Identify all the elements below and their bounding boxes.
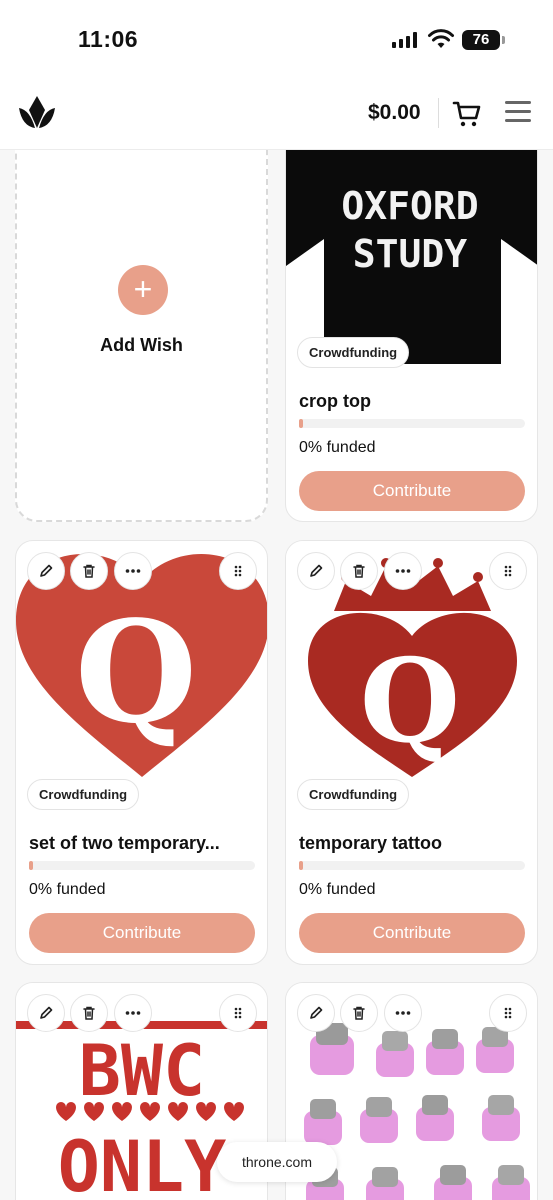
wish-title: set of two temporary... xyxy=(29,833,220,853)
pencil-icon xyxy=(40,564,53,577)
drag-handle[interactable] xyxy=(219,994,257,1032)
crowdfunding-badge: Crowdfunding xyxy=(27,779,140,810)
funding-progress-bar xyxy=(299,861,525,870)
delete-button[interactable] xyxy=(340,994,378,1032)
trash-icon xyxy=(353,564,365,578)
drag-handle[interactable] xyxy=(219,552,257,590)
ellipsis-icon xyxy=(125,1011,141,1015)
add-wish-label: Add Wish xyxy=(100,335,183,355)
drag-handle[interactable] xyxy=(489,552,527,590)
crowdfunding-badge: Crowdfunding xyxy=(297,337,410,368)
pencil-icon xyxy=(40,1006,53,1019)
bwc-text: BWC xyxy=(79,1030,205,1112)
wish-title: crop top xyxy=(299,391,371,411)
trash-icon xyxy=(353,1006,365,1020)
product-image-crop-top[interactable]: OXFORD STUDY xyxy=(286,150,537,364)
pencil-icon xyxy=(310,564,323,577)
trash-icon xyxy=(83,1006,95,1020)
wish-card-set-of-two[interactable]: Q Crowdfunding set of two temporary... 0… xyxy=(15,540,268,965)
app-header: $0.00 xyxy=(0,78,553,150)
edit-button[interactable] xyxy=(297,994,335,1032)
crowdfunding-badge: Crowdfunding xyxy=(297,779,410,810)
delete-button[interactable] xyxy=(70,552,108,590)
status-bar: 11:06 76 xyxy=(0,0,553,78)
more-options-button[interactable] xyxy=(384,552,422,590)
funding-progress-bar xyxy=(299,419,525,428)
edit-button[interactable] xyxy=(27,552,65,590)
funding-progress-bar xyxy=(29,861,255,870)
more-options-button[interactable] xyxy=(114,994,152,1032)
ellipsis-icon xyxy=(395,1011,411,1015)
edit-button[interactable] xyxy=(297,552,335,590)
trash-icon xyxy=(83,564,95,578)
more-options-button[interactable] xyxy=(114,552,152,590)
grip-icon xyxy=(234,565,242,577)
cart-balance[interactable]: $0.00 xyxy=(368,101,421,125)
contribute-button[interactable]: Contribute xyxy=(29,913,255,953)
crown-logo-icon[interactable] xyxy=(16,94,58,130)
cart-icon[interactable] xyxy=(452,100,482,128)
hamburger-menu-icon[interactable] xyxy=(505,101,531,125)
wish-card-temporary-tattoo[interactable]: Q Crowdfunding temporary tattoo 0% funde… xyxy=(285,540,538,965)
battery-icon: 76 xyxy=(462,30,505,50)
grip-icon xyxy=(504,565,512,577)
contribute-button[interactable]: Contribute xyxy=(299,913,525,953)
funded-text: 0% funded xyxy=(299,439,376,456)
shirt-text-line-2: STUDY xyxy=(353,232,468,276)
tshirt-image: OXFORD STUDY xyxy=(286,150,537,364)
pencil-icon xyxy=(310,1006,323,1019)
wifi-icon xyxy=(428,29,454,48)
wish-title: temporary tattoo xyxy=(299,833,443,853)
plus-icon[interactable]: + xyxy=(118,265,168,315)
funded-text: 0% funded xyxy=(299,881,376,898)
add-wish-card[interactable]: + Add Wish xyxy=(15,150,268,522)
domain-url-label: throne.com xyxy=(217,1142,337,1182)
cellular-signal-icon xyxy=(392,32,417,48)
more-options-button[interactable] xyxy=(384,994,422,1032)
only-text: ONLY xyxy=(58,1126,227,1200)
contribute-button[interactable]: Contribute xyxy=(299,471,525,511)
grip-icon xyxy=(234,1007,242,1019)
grip-icon xyxy=(504,1007,512,1019)
delete-button[interactable] xyxy=(70,994,108,1032)
header-divider xyxy=(438,98,439,128)
ellipsis-icon xyxy=(395,569,411,573)
funded-text: 0% funded xyxy=(29,881,106,898)
wish-card-crop-top[interactable]: OXFORD STUDY Crowdfunding crop top 0% fu… xyxy=(285,150,538,522)
shirt-text-line-1: OXFORD xyxy=(341,184,478,228)
heart-letter: Q xyxy=(75,591,197,755)
wishlist-grid: + Add Wish OXFORD STUDY Crowdfunding cro… xyxy=(0,150,553,1200)
delete-button[interactable] xyxy=(340,552,378,590)
heart-letter: Q xyxy=(360,634,460,769)
ellipsis-icon xyxy=(125,569,141,573)
edit-button[interactable] xyxy=(27,994,65,1032)
drag-handle[interactable] xyxy=(489,994,527,1032)
status-time: 11:06 xyxy=(78,26,139,52)
